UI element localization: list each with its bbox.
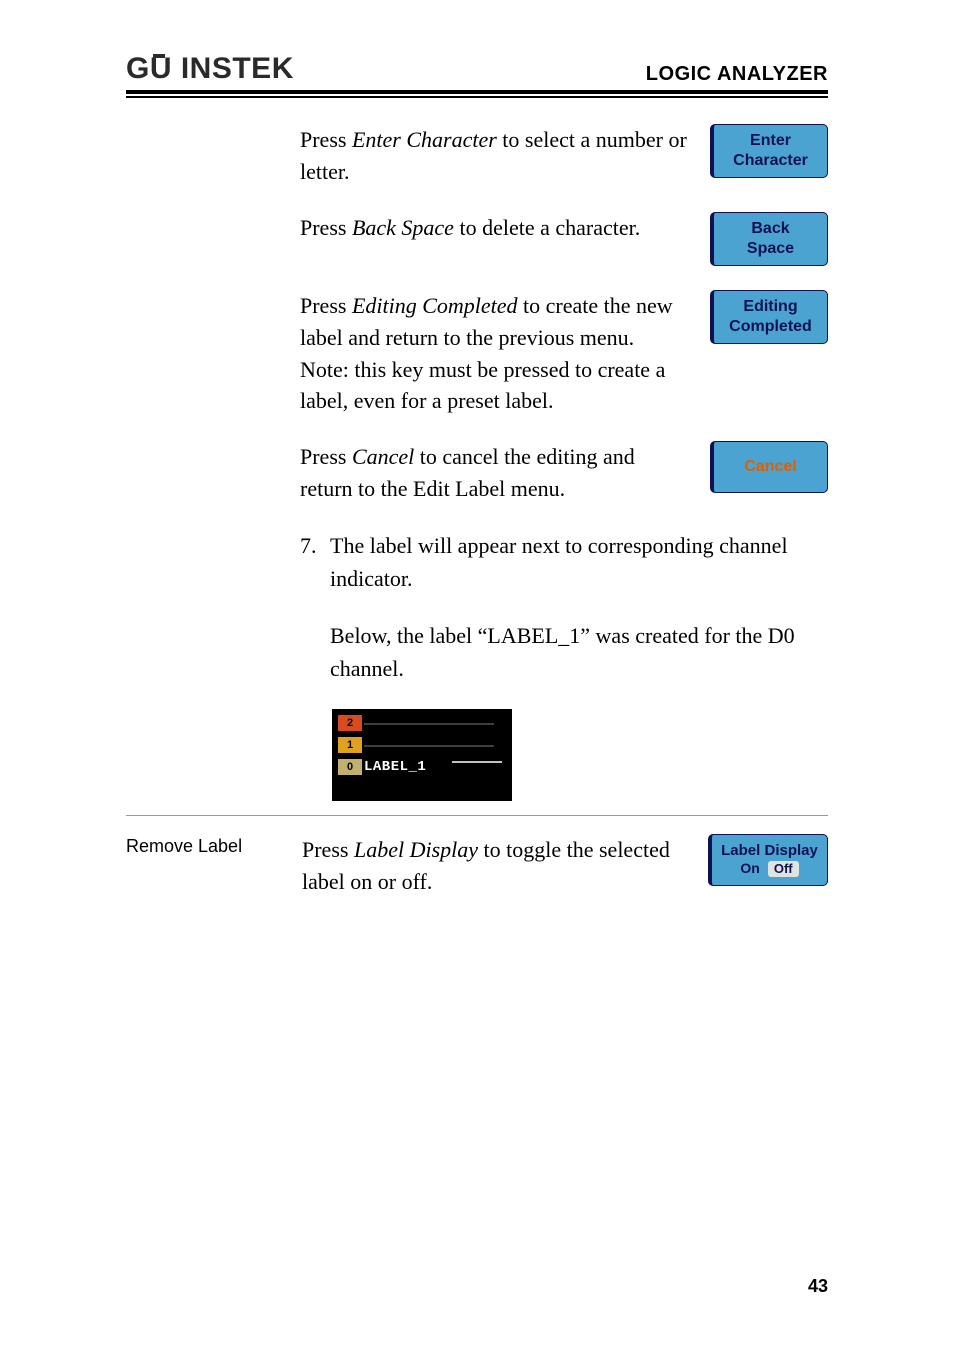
text-prefix: Press — [302, 837, 354, 862]
step-number: 7. — [300, 529, 320, 801]
channel-badge-1: 1 — [338, 737, 362, 753]
text-prefix: Press — [300, 444, 352, 469]
text-suffix: to delete a character. — [454, 215, 640, 240]
key-name-italic: Cancel — [352, 444, 414, 469]
softkey-line2: Space — [747, 239, 794, 259]
channel-label-text: LABEL_1 — [364, 757, 426, 778]
toggle-on-label: On — [740, 860, 759, 878]
step7-para1: The label will appear next to correspond… — [330, 529, 828, 595]
instruction-text: Press Enter Character to select a number… — [300, 124, 690, 188]
instruction-text: Press Editing Completed to create the ne… — [300, 290, 690, 418]
instruction-enter-character: Press Enter Character to select a number… — [300, 124, 828, 188]
text-prefix: Press — [300, 127, 352, 152]
channel-label-screenshot: 2 1 0 LABEL_1 — [332, 709, 512, 801]
instruction-back-space: Press Back Space to delete a character. … — [300, 212, 828, 266]
channel-badge-0: 0 — [338, 759, 362, 775]
back-space-softkey[interactable]: Back Space — [710, 212, 828, 266]
key-name-italic: Back Space — [352, 215, 454, 240]
key-name-italic: Label Display — [354, 837, 478, 862]
section-title: LOGIC ANALYZER — [646, 63, 828, 86]
softkey-line1: Editing — [743, 297, 797, 317]
text-prefix: Press — [300, 215, 352, 240]
instruction-editing-completed: Press Editing Completed to create the ne… — [300, 290, 828, 418]
softkey-line2: Character — [733, 151, 808, 171]
note-text: Note: this key must be pressed to create… — [300, 357, 665, 414]
softkey-line1: Back — [751, 219, 789, 239]
cancel-softkey[interactable]: Cancel — [710, 441, 828, 493]
text-prefix: Press — [300, 293, 352, 318]
remove-label-heading: Remove Label — [126, 834, 276, 898]
brand-logo: GU INSTEK — [126, 52, 294, 86]
editing-completed-softkey[interactable]: Editing Completed — [710, 290, 828, 344]
remove-label-section: Remove Label Press Label Display to togg… — [126, 834, 828, 898]
instruction-text: Press Cancel to cancel the editing and r… — [300, 441, 690, 505]
instruction-cancel: Press Cancel to cancel the editing and r… — [300, 441, 828, 505]
section-divider — [126, 815, 828, 816]
remove-label-text: Press Label Display to toggle the select… — [302, 834, 688, 898]
softkey-line2: Completed — [729, 317, 812, 337]
page-header: GU INSTEK LOGIC ANALYZER — [126, 52, 828, 94]
instruction-text: Press Back Space to delete a character. — [300, 212, 690, 244]
key-name-italic: Editing Completed — [352, 293, 518, 318]
key-name-italic: Enter Character — [352, 127, 497, 152]
page-number: 43 — [808, 1276, 828, 1297]
softkey-line1: Enter — [750, 131, 791, 151]
channel-badge-2: 2 — [338, 715, 362, 731]
toggle-off-label: Off — [768, 861, 799, 877]
label-display-softkey[interactable]: Label Display On Off — [708, 834, 828, 886]
step7-para2: Below, the label “LABEL_1” was created f… — [330, 619, 828, 685]
softkey-title: Label Display — [721, 842, 818, 861]
enter-character-softkey[interactable]: Enter Character — [710, 124, 828, 178]
step-7: 7. The label will appear next to corresp… — [300, 529, 828, 801]
softkey-line1: Cancel — [744, 457, 796, 477]
toggle-state: On Off — [740, 860, 798, 878]
